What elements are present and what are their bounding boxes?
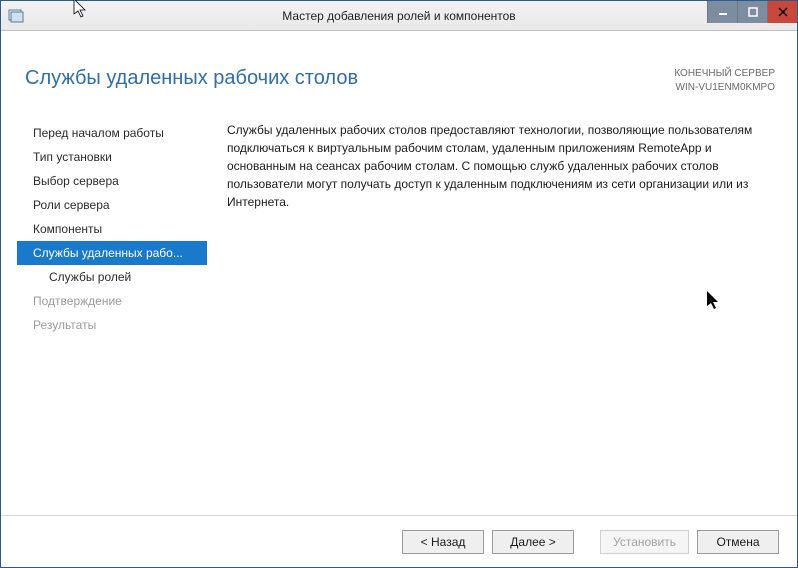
install-button: Установить xyxy=(600,530,689,554)
nav-role-services[interactable]: Службы ролей xyxy=(17,265,207,289)
nav-before-you-begin[interactable]: Перед началом работы xyxy=(17,121,207,145)
description-text: Службы удаленных рабочих столов предоста… xyxy=(227,121,771,211)
wizard-sidebar: Перед началом работы Тип установки Выбор… xyxy=(17,121,207,515)
server-label: КОНЕЧНЫЙ СЕРВЕР xyxy=(674,67,775,81)
nav-features[interactable]: Компоненты xyxy=(17,217,207,241)
nav-remote-desktop-services[interactable]: Службы удаленных рабо... xyxy=(17,241,207,265)
nav-results: Результаты xyxy=(17,313,207,337)
server-info: КОНЕЧНЫЙ СЕРВЕР WIN-VU1ENM0KMPO xyxy=(674,67,775,95)
back-button[interactable]: < Назад xyxy=(402,530,484,554)
footer: < Назад Далее > Установить Отмена xyxy=(1,515,797,567)
body: Службы удаленных рабочих столов КОНЕЧНЫЙ… xyxy=(1,31,797,515)
close-button[interactable] xyxy=(767,1,797,23)
wizard-window: Мастер добавления ролей и компонентов Сл… xyxy=(0,0,798,568)
titlebar: Мастер добавления ролей и компонентов xyxy=(1,1,797,31)
window-controls xyxy=(707,1,797,23)
nav-installation-type[interactable]: Тип установки xyxy=(17,145,207,169)
next-button[interactable]: Далее > xyxy=(492,530,574,554)
page-title: Службы удаленных рабочих столов xyxy=(25,67,358,90)
nav-server-roles[interactable]: Роли сервера xyxy=(17,193,207,217)
maximize-button[interactable] xyxy=(737,1,767,23)
cancel-button[interactable]: Отмена xyxy=(697,530,779,554)
header: Службы удаленных рабочих столов КОНЕЧНЫЙ… xyxy=(17,43,781,121)
main-pane: Службы удаленных рабочих столов предоста… xyxy=(207,121,781,515)
window-title: Мастер добавления ролей и компонентов xyxy=(282,9,515,23)
server-name: WIN-VU1ENM0KMPO xyxy=(674,81,775,95)
nav-server-selection[interactable]: Выбор сервера xyxy=(17,169,207,193)
content: Перед началом работы Тип установки Выбор… xyxy=(17,121,781,515)
minimize-button[interactable] xyxy=(707,1,737,23)
app-icon xyxy=(7,7,25,25)
nav-confirmation: Подтверждение xyxy=(17,289,207,313)
